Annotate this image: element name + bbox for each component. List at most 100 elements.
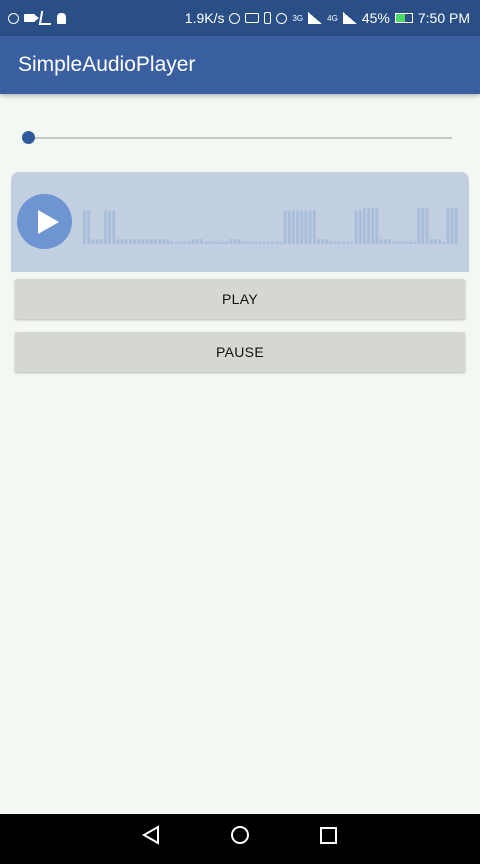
waveform-bar [229, 239, 233, 244]
waveform-bar [371, 208, 375, 244]
waveform-bar [333, 241, 337, 244]
waveform-bar [350, 241, 354, 244]
video-icon [24, 14, 39, 22]
app-bar: SimpleAudioPlayer [0, 36, 480, 94]
waveform-bar [379, 239, 383, 244]
pause-button[interactable]: PAUSE [15, 332, 465, 372]
waveform-bar [271, 241, 274, 244]
waveform-bar [446, 208, 450, 244]
waveform-bar [112, 210, 116, 244]
waveform-bar [91, 239, 95, 244]
android-icon [57, 12, 66, 24]
waveform-bar [99, 239, 103, 244]
waveform-bar [375, 208, 379, 244]
waveform-bar [279, 241, 283, 244]
whatsapp-icon [8, 12, 19, 24]
navigation-bar [0, 814, 480, 864]
waveform-bar [283, 210, 287, 244]
waveform-bar [103, 210, 107, 244]
waveform-bar [358, 210, 362, 244]
waveform-bar [262, 241, 266, 244]
seekbar-track[interactable] [28, 137, 452, 139]
back-icon[interactable] [138, 814, 166, 864]
clock-time: 7:50 PM [417, 10, 470, 26]
network-speed: 1.9K/s [184, 10, 225, 26]
waveform-bar [128, 239, 132, 244]
waveform-bar [404, 241, 408, 244]
waveform-bar [216, 241, 220, 244]
waveform-bar [433, 239, 437, 244]
battery-icon [394, 13, 413, 23]
waveform-bar [166, 239, 170, 244]
waveform-bar [321, 239, 325, 244]
screen: 1.9K/s 3G 4G 45% 7:50 PM SimpleAudioPlay… [0, 0, 480, 864]
waveform-bar [154, 239, 157, 244]
waveform-bar [170, 241, 174, 244]
waveform[interactable] [83, 196, 459, 244]
waveform-bar [124, 239, 128, 244]
waveform-bar [383, 239, 387, 244]
waveform-bar [413, 241, 417, 244]
waveform-bar [237, 239, 241, 244]
waveform-bar [291, 210, 295, 244]
waveform-bar [108, 210, 112, 244]
waveform-bar [304, 210, 308, 244]
waveform-bar [346, 241, 350, 244]
waveform-bar [149, 239, 153, 244]
status-notifications [8, 11, 66, 25]
seekbar[interactable] [22, 126, 452, 150]
waveform-bar [300, 210, 304, 244]
signal-2-label: 4G [327, 13, 338, 23]
waveform-bar [208, 241, 212, 244]
alarm-icon [276, 12, 288, 24]
recents-icon[interactable] [314, 814, 342, 864]
waveform-bar [120, 239, 124, 244]
waveform-bar [179, 241, 183, 244]
waveform-bar [325, 239, 329, 244]
waveform-bar [266, 241, 270, 244]
play-button[interactable]: PLAY [15, 279, 465, 319]
waveform-bar [287, 210, 291, 244]
waveform-bar [329, 241, 333, 244]
battery-percent: 45% [361, 10, 390, 26]
waveform-bar [225, 241, 229, 244]
waveform-bar [250, 241, 254, 244]
waveform-bar [400, 241, 404, 244]
waveform-bar [275, 241, 279, 244]
waveform-bar [396, 241, 400, 244]
waveform-bar [174, 241, 178, 244]
waveform-bar [354, 210, 358, 244]
vibrate-icon [264, 12, 272, 24]
waveform-bar [408, 241, 412, 244]
waveform-bar [83, 210, 86, 244]
cast-icon [245, 13, 260, 23]
waveform-bar [450, 208, 454, 244]
waveform-bar [425, 208, 429, 244]
waveform-bar [87, 210, 91, 244]
hotspot-icon [229, 12, 241, 24]
waveform-bar [429, 239, 433, 244]
waveform-bar [387, 239, 391, 244]
waveform-bar [145, 239, 149, 244]
signal-icon [308, 12, 323, 24]
seekbar-thumb[interactable] [22, 131, 35, 144]
waveform-bar [312, 210, 316, 244]
home-icon[interactable] [226, 814, 254, 864]
status-system: 1.9K/s 3G 4G 45% 7:50 PM [185, 10, 470, 26]
waveform-bar [316, 239, 320, 244]
app-title: SimpleAudioPlayer [18, 53, 196, 76]
waveform-bar [233, 239, 237, 244]
waveform-bar [392, 241, 396, 244]
waveform-bar [95, 239, 99, 244]
waveform-bar [308, 210, 312, 244]
waveform-bar [254, 241, 258, 244]
waveform-bar [187, 241, 191, 244]
waveform-bar [417, 208, 421, 244]
play-toggle-button[interactable] [17, 194, 72, 249]
status-bar: 1.9K/s 3G 4G 45% 7:50 PM [0, 0, 480, 36]
waveform-bar [362, 208, 366, 244]
waveform-bar [442, 241, 446, 244]
waveform-bar [296, 210, 300, 244]
waveform-bar [141, 239, 145, 244]
waveform-bar [158, 239, 162, 244]
